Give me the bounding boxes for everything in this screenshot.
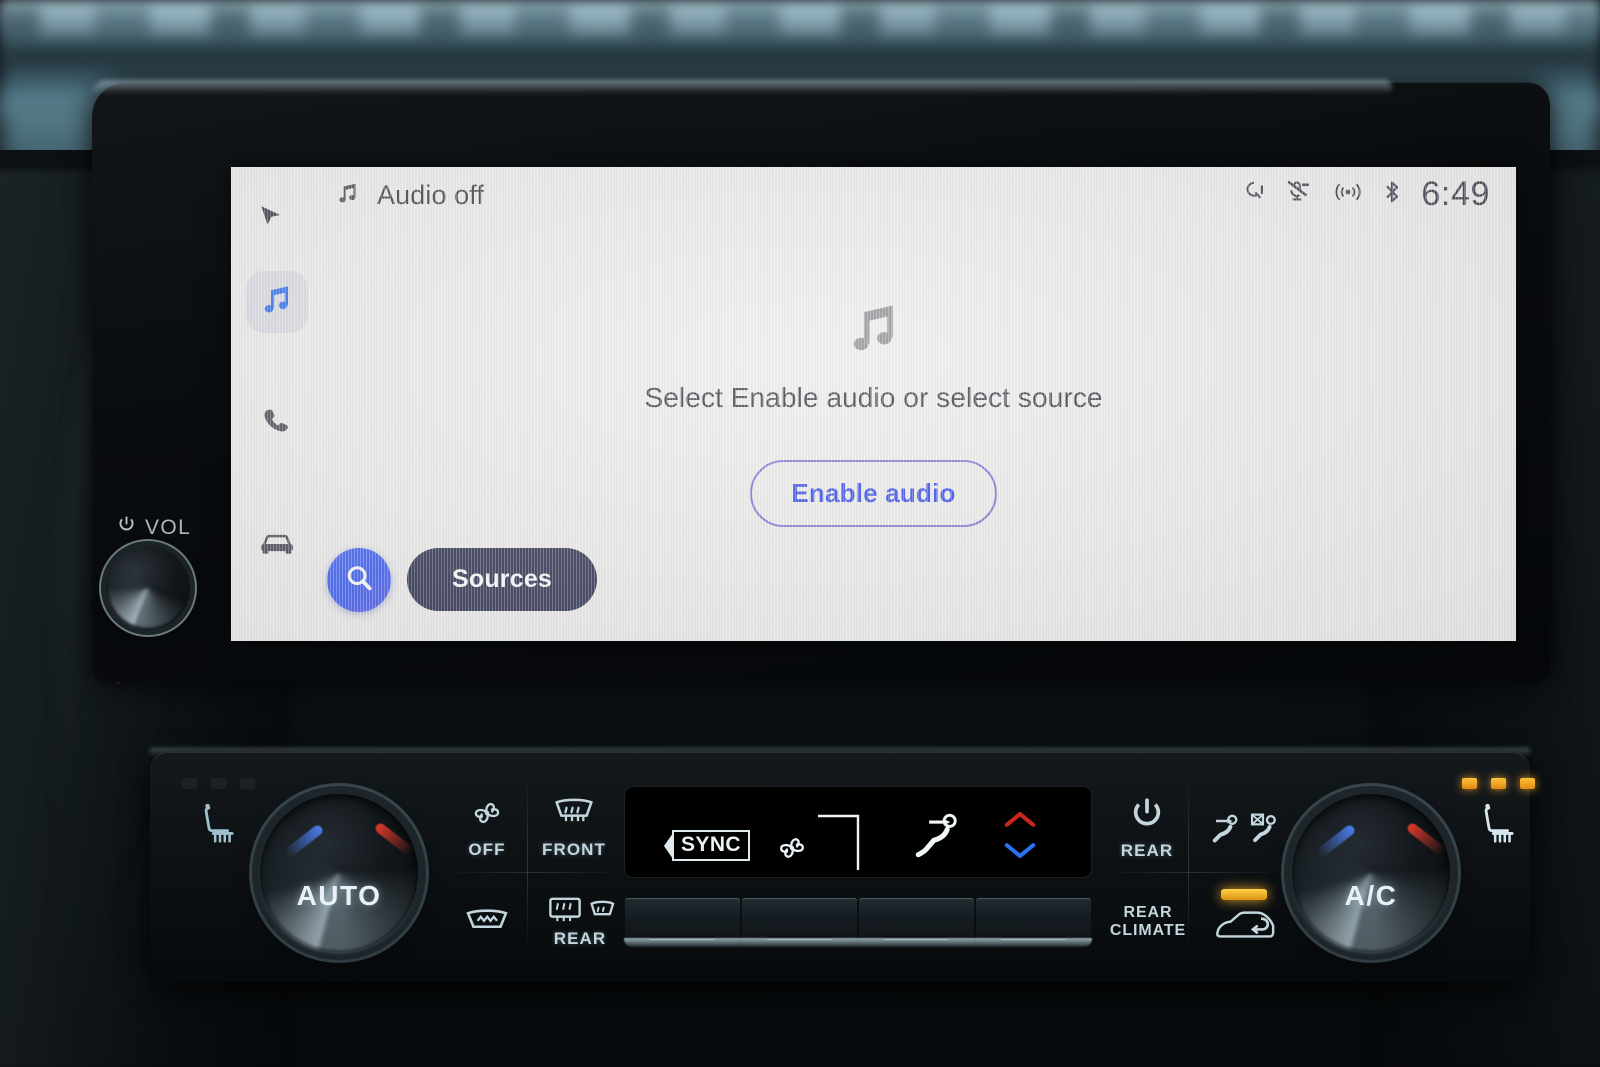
seat-led <box>210 778 226 789</box>
airflow-to-face-icon <box>912 810 968 873</box>
divider <box>444 872 624 873</box>
left-temperature-knob[interactable] <box>260 794 418 952</box>
rear-climate-label-line2: CLIMATE <box>1109 922 1187 939</box>
front-defrost-icon <box>551 797 597 834</box>
power-icon <box>117 515 136 540</box>
rear-power-label: REAR <box>1120 840 1174 860</box>
fan-level-bracket <box>816 812 862 879</box>
clock: 6:49 <box>1421 175 1490 213</box>
volume-knob[interactable] <box>106 546 190 630</box>
microphone-muted-icon <box>1284 179 1314 210</box>
search-button[interactable] <box>327 548 391 612</box>
temp-down-arrow-icon[interactable] <box>1002 838 1038 867</box>
recirculation-indicator-led <box>1221 888 1267 900</box>
right-seat-leds <box>1452 778 1544 789</box>
fan-off-button[interactable]: OFF <box>452 790 522 866</box>
airflow-mode-button[interactable] <box>1192 790 1296 866</box>
right-knob-label: A/C <box>1344 880 1398 911</box>
front-defrost-label: FRONT <box>541 839 607 859</box>
qi-wireless-charging-icon <box>1243 179 1265 210</box>
temp-up-arrow-icon[interactable] <box>1002 808 1038 837</box>
media-empty-state: Select Enable audio or select source Ena… <box>231 297 1516 527</box>
now-playing-indicator: Audio off <box>335 179 484 212</box>
seat-led <box>1519 778 1535 789</box>
left-seat-leds <box>172 778 264 789</box>
empty-state-message: Select Enable audio or select source <box>644 382 1103 413</box>
climate-button-row <box>624 898 1092 946</box>
recirculation-icon <box>1212 909 1276 948</box>
seat-led <box>1490 778 1506 789</box>
divider <box>1104 872 1284 873</box>
climate-soft-button[interactable] <box>976 898 1091 946</box>
rear-defrost-button[interactable]: REAR <box>532 886 628 958</box>
volume-label: VOL <box>145 515 192 539</box>
music-note-icon <box>335 179 361 212</box>
climate-display: SYNC <box>624 786 1092 878</box>
search-icon <box>343 562 375 599</box>
car-icon <box>258 529 296 564</box>
windshield-defog-button[interactable] <box>452 890 522 954</box>
heated-seat-icon <box>172 801 264 849</box>
fan-icon <box>468 797 506 834</box>
sync-label: SYNC <box>672 830 750 861</box>
fan-off-label: OFF <box>468 839 506 859</box>
rear-climate-button[interactable]: REAR CLIMATE <box>1102 886 1194 958</box>
divider <box>527 772 528 952</box>
airflow-mode-icon <box>1206 811 1283 845</box>
status-icons: 6:49 <box>1243 175 1490 214</box>
enable-audio-button[interactable]: Enable audio <box>750 460 997 527</box>
wireless-signal-icon <box>1333 180 1363 209</box>
power-icon <box>1130 796 1164 835</box>
bezel-highlight <box>92 80 1392 94</box>
rear-defog-icon <box>464 906 510 939</box>
air-recirculation-button[interactable] <box>1192 880 1296 956</box>
status-bar: Audio off 6:49 <box>231 167 1516 231</box>
navigation-arrow-icon <box>257 201 287 236</box>
car-infotainment-scene: Audio off 6:49 Select Enable audio or se… <box>0 0 1600 1067</box>
seat-led <box>239 778 255 789</box>
indicator-speck <box>116 678 121 683</box>
climate-soft-button[interactable] <box>742 898 857 946</box>
right-heated-seat-button[interactable] <box>1452 778 1544 908</box>
windshield-reflection-band <box>0 6 1600 36</box>
sync-indicator: SYNC <box>664 830 750 861</box>
music-note-icon <box>843 297 905 366</box>
heated-seat-icon <box>1452 801 1544 849</box>
climate-soft-button[interactable] <box>859 898 974 946</box>
volume-knob-label: VOL <box>117 515 191 540</box>
seat-led <box>181 778 197 789</box>
rear-defrost-icon <box>546 895 615 923</box>
front-defrost-button[interactable]: FRONT <box>532 790 616 866</box>
climate-fan-icon <box>774 832 810 869</box>
now-playing-label: Audio off <box>377 180 484 210</box>
bluetooth-icon <box>1382 178 1402 211</box>
rear-climate-label-line1: REAR <box>1123 904 1173 922</box>
right-temperature-knob[interactable] <box>1292 794 1450 952</box>
left-heated-seat-button[interactable] <box>172 778 264 908</box>
windshield-blur <box>0 0 1600 62</box>
rear-defrost-label: REAR <box>553 929 607 948</box>
dashboard-top <box>0 55 1600 115</box>
sidebar-item-settings[interactable] <box>246 637 308 641</box>
left-knob-label: AUTO <box>296 880 382 911</box>
sources-button[interactable]: Sources <box>407 548 597 611</box>
climate-soft-button[interactable] <box>625 898 740 946</box>
seat-led <box>1461 778 1477 789</box>
infotainment-display[interactable]: Audio off 6:49 Select Enable audio or se… <box>231 167 1516 641</box>
rear-power-button[interactable]: REAR <box>1110 790 1184 866</box>
